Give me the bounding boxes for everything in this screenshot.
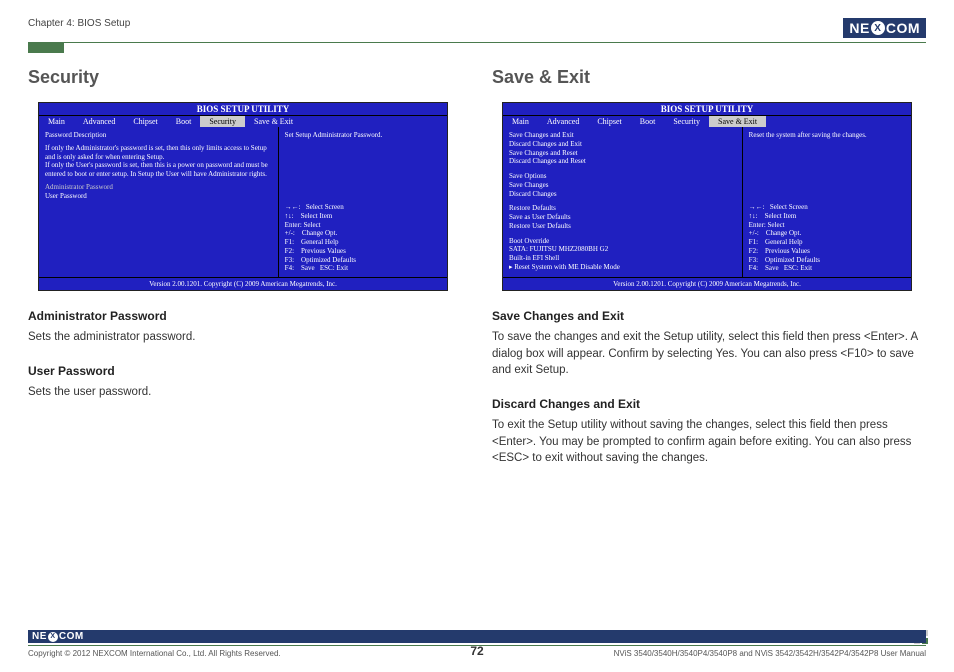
bios-group-exit: Save Changes and Exit Discard Changes an… <box>509 131 736 166</box>
brand-left: NE <box>849 20 869 36</box>
bios-tab-main: Main <box>39 116 74 127</box>
bios-item-user-pw: User Password <box>45 192 272 201</box>
bios-tab-chipset: Chipset <box>588 116 630 127</box>
user-pw-heading: User Password <box>28 364 462 378</box>
bios-left-panel: Save Changes and Exit Discard Changes an… <box>503 127 743 277</box>
bios-menu-bar: Main Advanced Chipset Boot Security Save… <box>503 115 911 127</box>
bios-tab-advanced: Advanced <box>74 116 124 127</box>
bios-tab-security: Security <box>664 116 709 127</box>
bios-reset-me: ▸ Reset System with ME Disable Mode <box>509 263 736 272</box>
bios-tab-boot: Boot <box>167 116 201 127</box>
brand-right: COM <box>886 20 920 36</box>
bios-nav-keys: →←: Select Screen ↑↓: Select Item Enter:… <box>749 203 905 273</box>
bios-tab-boot: Boot <box>631 116 665 127</box>
header-bar: Chapter 4: BIOS Setup NE X COM <box>28 18 926 43</box>
bios-tab-main: Main <box>503 116 538 127</box>
saveexit-title: Save & Exit <box>492 67 926 88</box>
brand-logo: NE X COM <box>843 18 926 38</box>
page-number: 72 <box>0 644 954 658</box>
bios-version-footer: Version 2.00.1201. Copyright (C) 2009 Am… <box>39 277 447 290</box>
bios-help-text: Set Setup Administrator Password. <box>285 131 441 140</box>
brand-x-icon: X <box>871 21 885 35</box>
bios-title: BIOS SETUP UTILITY <box>39 103 447 115</box>
chapter-label: Chapter 4: BIOS Setup <box>28 18 130 29</box>
pw-desc-head: Password Description <box>45 131 272 140</box>
bios-boot-efi: Built-in EFI Shell <box>509 254 736 263</box>
page-tab-marker <box>28 43 64 53</box>
bios-tab-saveexit: Save & Exit <box>245 116 302 127</box>
security-section: Security BIOS SETUP UTILITY Main Advance… <box>28 67 462 467</box>
bios-boot-sata: SATA: FUJITSU MHZ2080BH G2 <box>509 245 736 254</box>
bios-group-defaults: Restore Defaults Save as User Defaults R… <box>509 204 736 230</box>
bios-help-text: Reset the system after saving the change… <box>749 131 905 140</box>
bios-left-panel: Password Description If only the Adminis… <box>39 127 279 277</box>
discard-exit-text: To exit the Setup utility without saving… <box>492 417 926 467</box>
bios-tab-security: Security <box>200 116 245 127</box>
bios-title: BIOS SETUP UTILITY <box>503 103 911 115</box>
bios-saveexit-screenshot: BIOS SETUP UTILITY Main Advanced Chipset… <box>502 102 912 291</box>
bios-tab-advanced: Advanced <box>538 116 588 127</box>
bios-security-screenshot: BIOS SETUP UTILITY Main Advanced Chipset… <box>38 102 448 291</box>
save-exit-heading: Save Changes and Exit <box>492 309 926 323</box>
pw-desc-body: If only the Administrator's password is … <box>45 144 272 179</box>
user-pw-text: Sets the user password. <box>28 384 462 401</box>
bios-version-footer: Version 2.00.1201. Copyright (C) 2009 Am… <box>503 277 911 290</box>
bios-tab-chipset: Chipset <box>124 116 166 127</box>
discard-exit-heading: Discard Changes and Exit <box>492 397 926 411</box>
bios-group-boot-head: Boot Override <box>509 237 736 246</box>
bios-tab-saveexit: Save & Exit <box>709 116 766 127</box>
admin-pw-heading: Administrator Password <box>28 309 462 323</box>
bios-group-saveopts: Save Changes Discard Changes <box>509 181 736 199</box>
bios-menu-bar: Main Advanced Chipset Boot Security Save… <box>39 115 447 127</box>
save-exit-text: To save the changes and exit the Setup u… <box>492 329 926 379</box>
security-title: Security <box>28 67 462 88</box>
bios-right-panel: Set Setup Administrator Password. →←: Se… <box>279 127 447 277</box>
bios-group-saveopts-head: Save Options <box>509 172 736 181</box>
bios-right-panel: Reset the system after saving the change… <box>743 127 911 277</box>
saveexit-section: Save & Exit BIOS SETUP UTILITY Main Adva… <box>492 67 926 467</box>
admin-pw-text: Sets the administrator password. <box>28 329 462 346</box>
bios-nav-keys: →←: Select Screen ↑↓: Select Item Enter:… <box>285 203 441 273</box>
bios-item-admin-pw: Administrator Password <box>45 183 272 192</box>
footer-logo: NE X COM <box>28 630 926 643</box>
